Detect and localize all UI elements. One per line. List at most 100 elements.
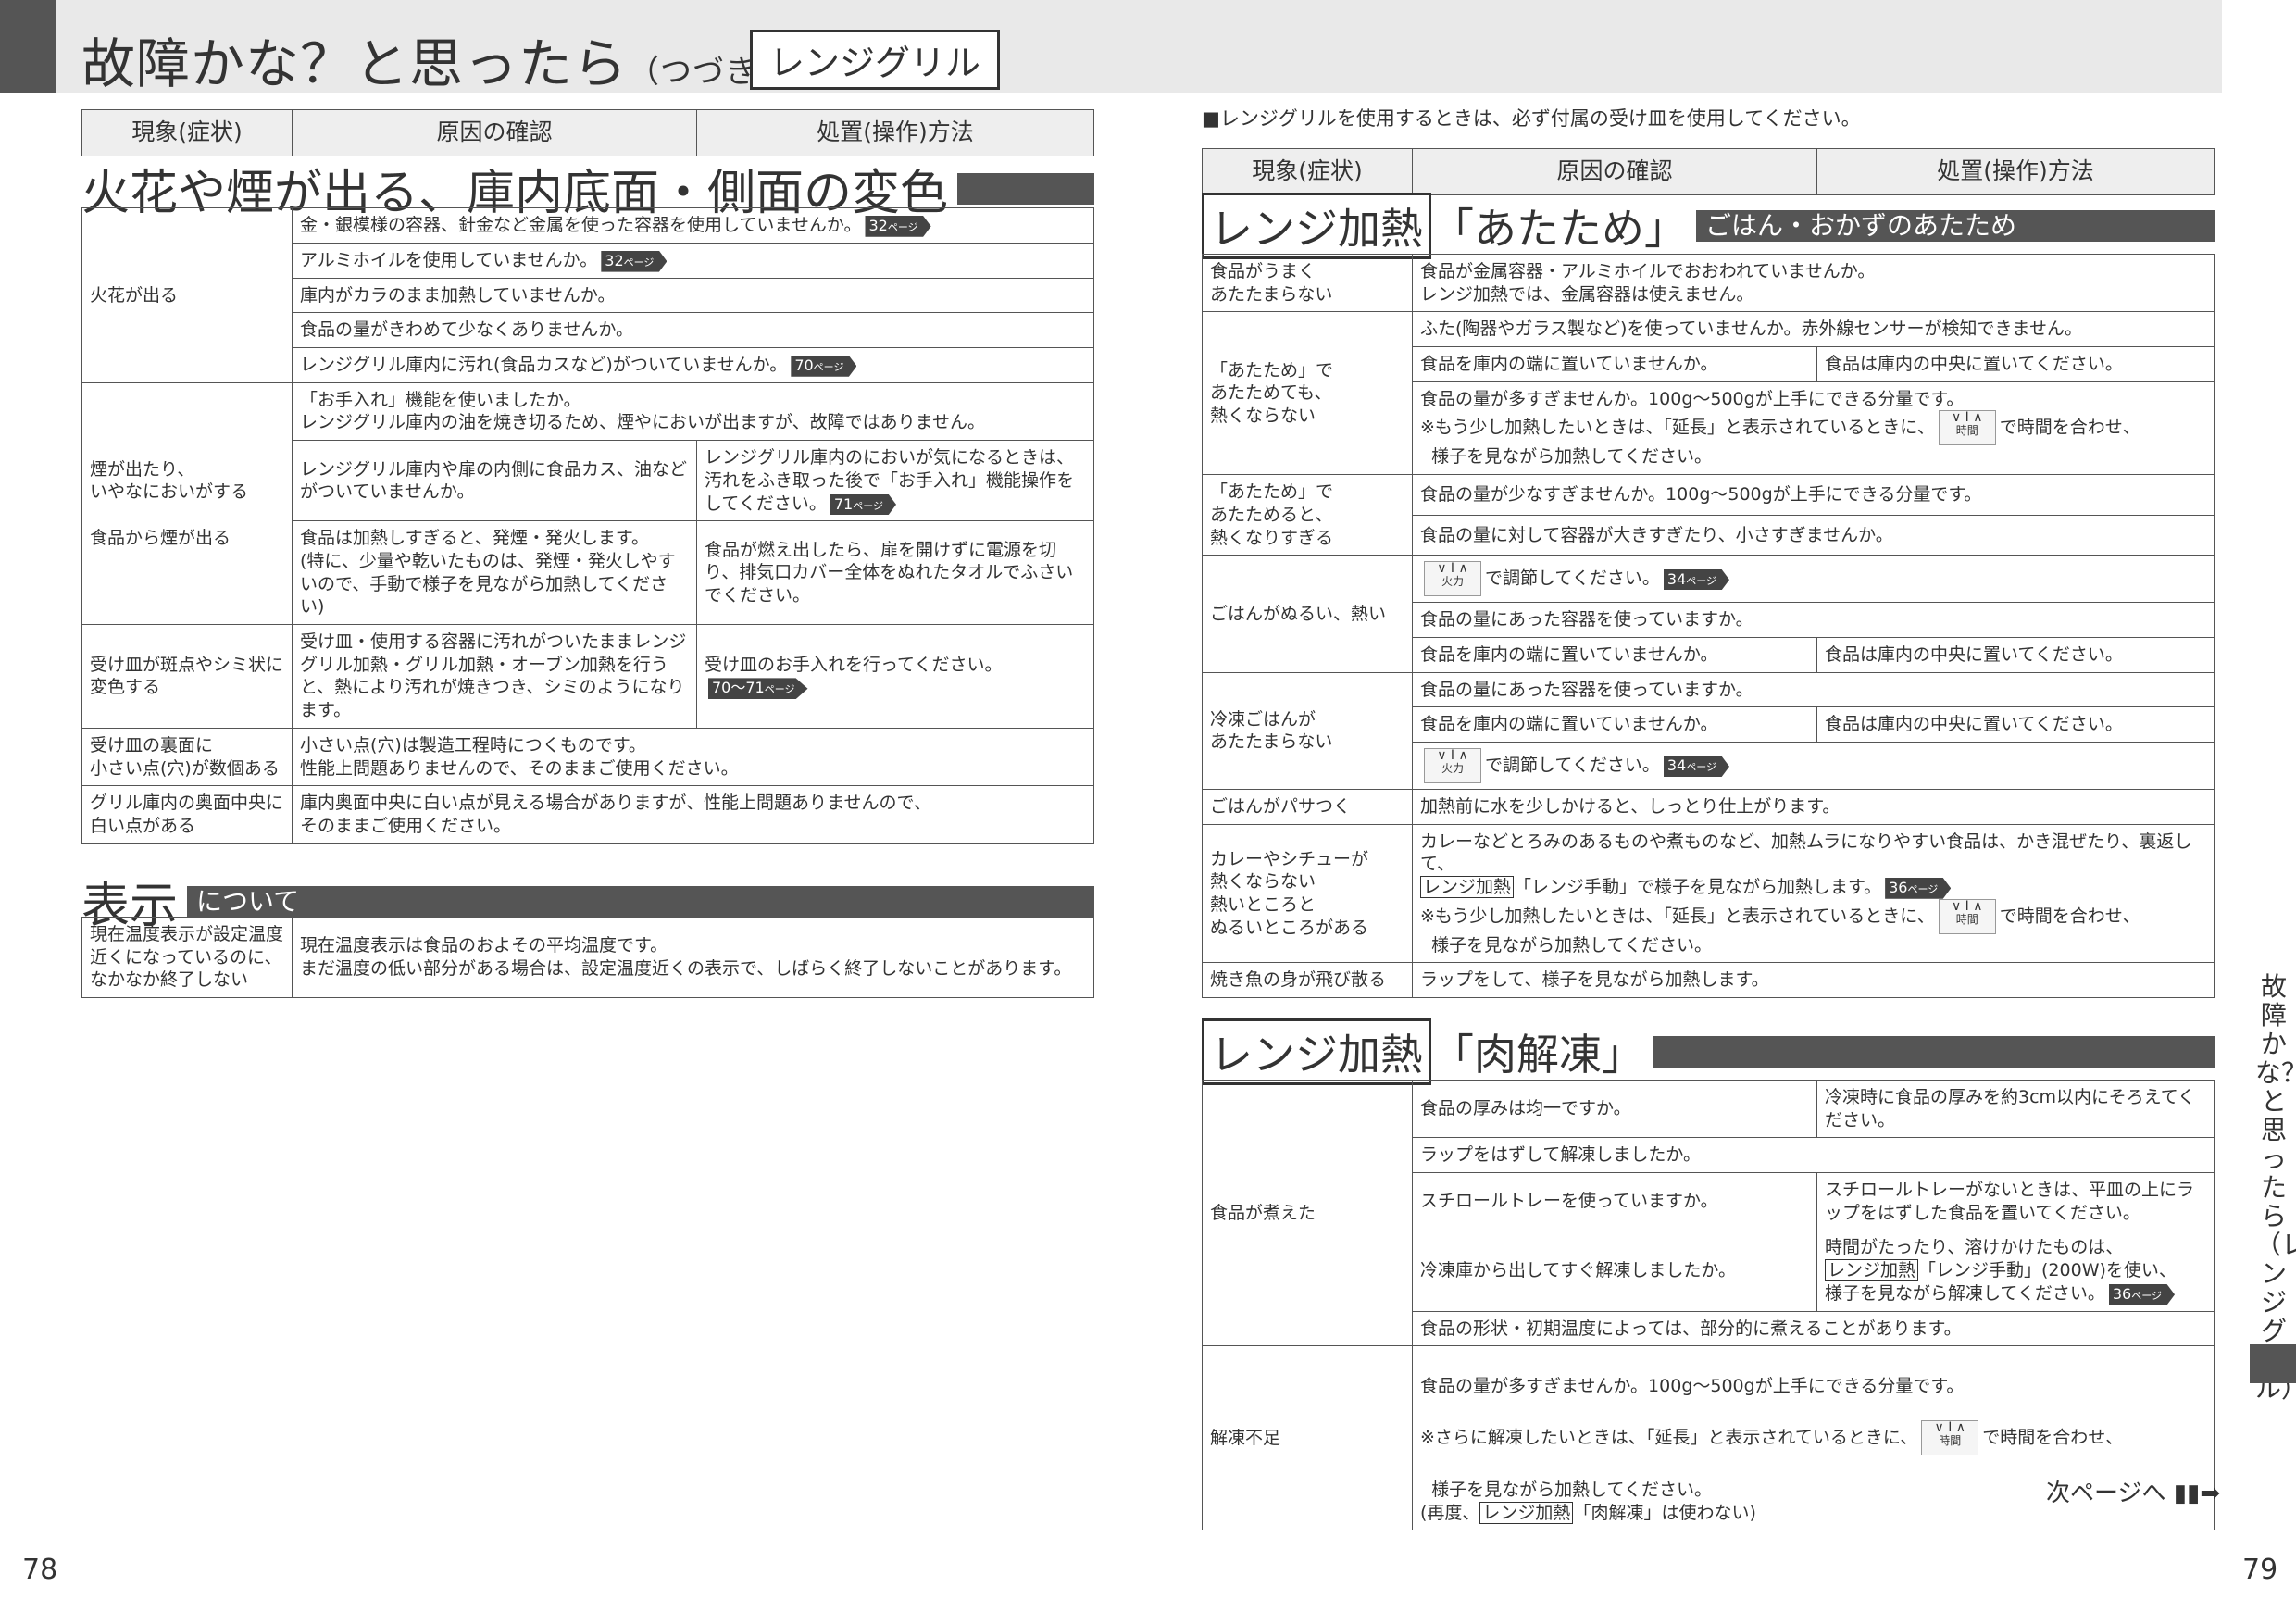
side-label: 故障かな？と思ったら（レンジグリル） — [2255, 971, 2296, 1404]
left-page: 現象(症状) 原因の確認 処置(操作)方法 火花や煙が出る、庫内底面・側面の変色… — [0, 0, 1148, 1624]
cause-text: 食品を庫内の端に置いていませんか。 — [1412, 636, 1817, 673]
page-ref: 34ページ — [1663, 568, 1730, 591]
note-text: 様子を見ながら加熱してください。 — [1431, 934, 1712, 956]
cause-text: 加熱前に水を少しかけると、しっとり仕上がります。 — [1412, 788, 2215, 825]
remedy-text: 食品は庫内の中央に置いてください。 — [1816, 636, 2215, 673]
usage-note: ■レンジグリルを使用するときは、必ず付属の受け皿を使用してください。 — [1202, 107, 1861, 130]
note-text: 「肉解凍」は使わない) — [1573, 1502, 1756, 1523]
remedy-text: スチロールトレーがないときは、平皿の上にラップをはずした食品を置いてください。 — [1816, 1172, 2215, 1231]
page-number-left: 78 — [22, 1554, 58, 1586]
sec3-title: レンジ加熱 「あたため」 ごはん・おかずのあたため — [1202, 193, 2215, 259]
remedy-text: 時間がたったり、溶けかけたものは、 — [1825, 1237, 2124, 1258]
cause-text: 食品の量にあった容器を使っていますか。 — [1412, 602, 2215, 638]
dial-icon: ∨ I ∧ 時間 — [1938, 898, 1996, 934]
col-symptom: 現象(症状) — [1202, 148, 1413, 195]
cause-text: アルミホイルを使用していませんか。 — [300, 249, 598, 270]
symptom-white-dot: グリル庫内の奥面中央に 白い点がある — [81, 785, 293, 844]
sec1-table: 火花が出る 金・銀模様の容器、針金など金属を使った容器を使用していませんか。 32… — [81, 207, 1094, 844]
next-page-label: 次ページへ — [2046, 1480, 2166, 1507]
note-text: 様子を見ながら加熱してください。 — [1431, 446, 1712, 468]
range-tag: レンジ加熱 — [1479, 1501, 1574, 1524]
cause-text: 食品の量に対して容器が大きすぎたり、小さすぎませんか。 — [1412, 514, 2215, 556]
col-header-left: 現象(症状) 原因の確認 処置(操作)方法 — [81, 109, 1094, 156]
remedy-text: 受け皿のお手入れを行ってください。 — [705, 654, 1003, 675]
note-text: ※もう少し加熱したいときは、「延長」と表示されているときに、 — [1420, 417, 1935, 438]
sec3-table: 食品がうまく あたたまらない 食品が金属容器・アルミホイルでおおわれていませんか… — [1202, 253, 2215, 999]
cause-text: で調節してください。 — [1485, 568, 1660, 589]
cause-text: 食品は加熱しすぎると、発煙・発火します。 (特に、少量や乾いたものは、発煙・発火… — [292, 520, 697, 626]
cause-text: レンジグリル庫内に汚れ(食品カスなど)がついていませんか。 — [300, 354, 788, 375]
cause-text: 食品が金属容器・アルミホイルでおおわれていませんか。 レンジ加熱では、金属容器は… — [1412, 253, 2215, 313]
dial-icon: ∨ I ∧ 時間 — [1938, 410, 1996, 446]
col-symptom: 現象(症状) — [81, 109, 293, 156]
sec4-table: 食品が煮えた 食品の厚みは均一ですか。 冷凍時に食品の厚みを約3cm以内にそろえ… — [1202, 1079, 2215, 1531]
page-ref: 34ページ — [1663, 756, 1730, 778]
symptom-stain: 受け皿が斑点やシミ状に変色する — [81, 624, 293, 729]
sec4-tag: レンジ加熱 — [1202, 1018, 1431, 1085]
range-tag: レンジ加熱 — [1420, 876, 1515, 898]
side-tab — [2250, 1344, 2296, 1383]
symptom: 焼き魚の身が飛び散る — [1202, 962, 1413, 999]
dial-icon: ∨ I ∧ 時間 — [1921, 1420, 1979, 1456]
symptom: 「あたため」で あたためると、 熱くなりすぎる — [1202, 474, 1413, 556]
sec3-bar: ごはん・おかずのあたため — [1696, 210, 2215, 242]
next-page-link[interactable]: 次ページへ ▮▮➡ — [2046, 1474, 2220, 1508]
page-ref: 32ページ — [601, 250, 668, 272]
page-ref: 36ページ — [1885, 878, 1952, 899]
dial-icon: ∨ I ∧ 火力 — [1424, 747, 1481, 783]
page-number-right: 79 — [2242, 1554, 2278, 1586]
right-page: ■レンジグリルを使用するときは、必ず付属の受け皿を使用してください。 現象(症状… — [1148, 0, 2296, 1624]
symptom-holes: 受け皿の裏面に 小さい点(穴)が数個ある — [81, 727, 293, 787]
arrow-right-icon: ▮▮➡ — [2173, 1480, 2221, 1507]
symptom: 食品が煮えた — [1202, 1079, 1413, 1347]
symptom-smoke: 煙が出たり、 いやなにおいがする 食品から煙が出る — [81, 381, 293, 626]
remedy-text: 食品が燃え出したら、扉を開けずに電源を切り、排気口カバー全体をぬれたタオルでふさ… — [696, 520, 1094, 626]
cause-text: レンジグリル庫内や扉の内側に食品カス、油などがついていませんか。 — [292, 440, 697, 522]
symptom: 冷凍ごはんが あたたまらない — [1202, 671, 1413, 790]
cause-text: 食品を庫内の端に置いていませんか。 — [1412, 346, 1817, 382]
cause-text: 食品の量が多すぎませんか。100g〜500gが上手にできる分量です。 — [1420, 1375, 1965, 1396]
remedy-text: 食品は庫内の中央に置いてください。 — [1816, 706, 2215, 743]
col-cause: 原因の確認 — [1412, 148, 1817, 195]
col-remedy: 処置(操作)方法 — [1816, 148, 2215, 195]
cause-text: 受け皿・使用する容器に汚れがついたままレンジグリル加熱・グリル加熱・オーブン加熱… — [292, 624, 697, 729]
cause-text: 食品の量が多すぎませんか。100g〜500gが上手にできる分量です。 — [1420, 388, 1965, 409]
cause-text: で調節してください。 — [1485, 755, 1660, 776]
cause-text: ラップをはずして解凍しましたか。 — [1412, 1137, 2215, 1174]
sec2-bar: について — [187, 885, 1094, 918]
symptom: カレーやシチューが 熱くならない 熱いところと ぬるいところがある — [1202, 823, 1413, 964]
cause-text: スチロールトレーを使っていますか。 — [1412, 1172, 1817, 1231]
cause-cell: 食品の量が多すぎませんか。100g〜500gが上手にできる分量です。 ※もう少し… — [1412, 381, 2215, 476]
cause-text: 食品を庫内の端に置いていませんか。 — [1412, 706, 1817, 743]
col-header-right: 現象(症状) 原因の確認 処置(操作)方法 — [1202, 148, 2215, 195]
sec4-title-text: 「肉解凍」 — [1431, 1030, 1644, 1080]
cause-text: 金・銀模様の容器、針金など金属を使った容器を使用していませんか。 — [300, 215, 862, 235]
cause-text: ふた(陶器やガラス製など)を使っていませんか。赤外線センサーが検知できません。 — [1412, 311, 2215, 348]
cause-text: 食品の量がきわめて少なくありませんか。 — [292, 312, 1094, 348]
page-ref: 70〜71ページ — [708, 678, 808, 700]
sec3-tag: レンジ加熱 — [1202, 193, 1431, 259]
note-text: で時間を合わせ、 — [1999, 417, 2140, 438]
cause-text: 冷凍庫から出してすぐ解凍しましたか。 — [1412, 1230, 1817, 1312]
symptom: 食品がうまく あたたまらない — [1202, 253, 1413, 313]
cause-text: カレーなどとろみのあるものや煮ものなど、加熱ムラになりやすい食品は、かき混ぜたり… — [1420, 831, 2192, 875]
range-tag: レンジ加熱 — [1825, 1259, 1919, 1282]
remedy-text: 食品は庫内の中央に置いてください。 — [1816, 346, 2215, 382]
dial-icon: ∨ I ∧ 火力 — [1424, 561, 1481, 597]
cause-text: 庫内奥面中央に白い点が見える場合がありますが、性能上問題ありませんので、 そのま… — [292, 785, 1094, 844]
symptom: 「あたため」で あたためても、 熱くならない — [1202, 311, 1413, 476]
note-text: ※もう少し加熱したいときは、「延長」と表示されているときに、 — [1420, 906, 1935, 927]
cause-text: 食品の厚みは均一ですか。 — [1412, 1079, 1817, 1139]
page-ref: 71ページ — [830, 493, 897, 516]
note-text: ※さらに解凍したいときは、「延長」と表示されているときに、 — [1420, 1427, 1918, 1448]
symptom: ごはんがパサつく — [1202, 788, 1413, 825]
col-remedy: 処置(操作)方法 — [696, 109, 1094, 156]
note-text: で時間を合わせ、 — [1982, 1427, 2124, 1448]
sec3-title-text: 「あたため」 — [1431, 204, 1687, 254]
page-ref: 36ページ — [2108, 1283, 2176, 1305]
cause-text: 「レンジ手動」で様子を見ながら加熱します。 — [1514, 877, 1882, 897]
symptom-sparks: 火花が出る — [81, 207, 293, 383]
symptom: ごはんがぬるい、熱い — [1202, 555, 1413, 673]
cause-text: 食品の量にあった容器を使っていますか。 — [1412, 671, 2215, 708]
cause-text: 食品の形状・初期温度によっては、部分的に煮えることがあります。 — [1412, 1310, 2215, 1347]
